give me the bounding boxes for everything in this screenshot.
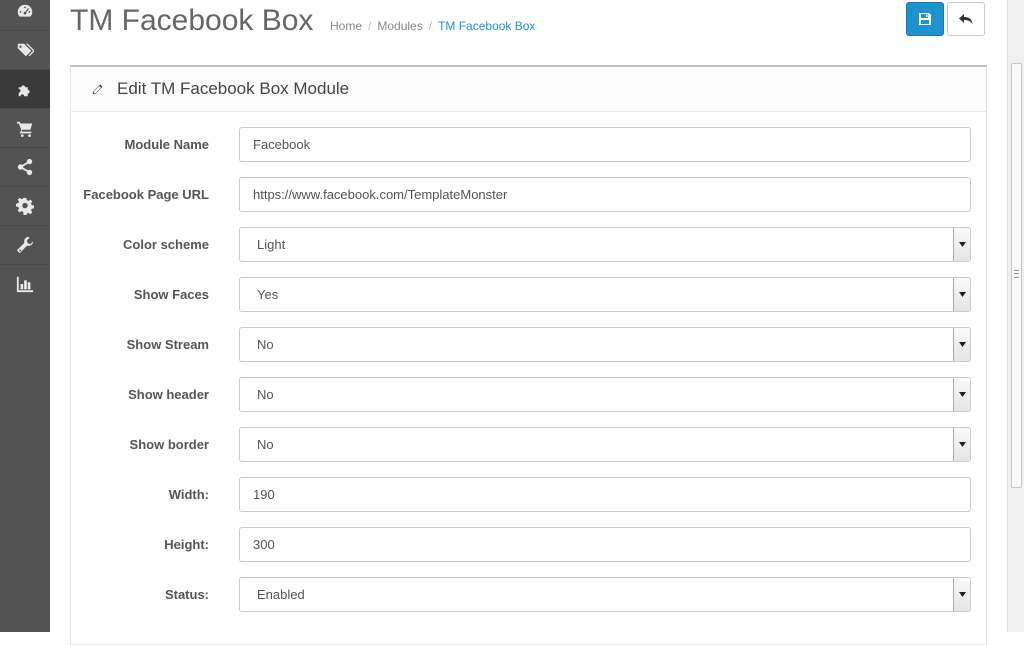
page-title: TM Facebook Box xyxy=(70,4,314,37)
shopping-cart-icon xyxy=(16,121,33,137)
breadcrumb-separator: / xyxy=(368,19,372,33)
chevron-down-icon[interactable] xyxy=(953,228,970,261)
panel-heading: Edit TM Facebook Box Module xyxy=(71,67,986,112)
width-input[interactable]: 190 xyxy=(239,477,971,512)
save-button[interactable] xyxy=(906,2,944,36)
width-label: Width: xyxy=(168,487,209,502)
show-border-value: No xyxy=(257,437,274,452)
panel-title: Edit TM Facebook Box Module xyxy=(117,79,350,98)
grip-icon xyxy=(1014,270,1019,278)
show-stream-label: Show Stream xyxy=(126,337,209,352)
show-faces-label: Show Faces xyxy=(133,287,209,302)
form-row-status: Status: Enabled xyxy=(70,577,1000,613)
status-select[interactable]: Enabled xyxy=(239,577,971,612)
breadcrumb-separator: / xyxy=(428,19,433,33)
chevron-down-icon[interactable] xyxy=(953,578,970,611)
page-scrollbar[interactable] xyxy=(1007,0,1024,632)
breadcrumb-current[interactable]: TM Facebook Box xyxy=(438,19,535,33)
bar-chart-icon xyxy=(16,276,34,293)
form-row-show-faces: Show Faces Yes xyxy=(70,277,1000,313)
sidebar-item-sales[interactable] xyxy=(0,109,50,147)
form-row-show-border: Show border No xyxy=(70,427,1000,463)
show-faces-select[interactable]: Yes xyxy=(239,277,971,312)
sidebar xyxy=(0,0,50,632)
form-row-color-scheme: Color scheme Light xyxy=(70,227,1000,263)
height-input[interactable]: 300 xyxy=(239,527,971,562)
back-button[interactable] xyxy=(947,2,985,36)
status-value: Enabled xyxy=(257,587,305,602)
module-name-label: Module Name xyxy=(124,137,209,152)
sidebar-item-system[interactable] xyxy=(0,187,50,225)
gear-icon xyxy=(16,197,34,215)
form-row-page-url: Facebook Page URL https://www.facebook.c… xyxy=(70,177,1000,213)
height-label: Height: xyxy=(164,537,209,552)
sidebar-item-extensions[interactable] xyxy=(0,70,50,108)
page-url-label: Facebook Page URL xyxy=(83,187,209,202)
show-header-label: Show header xyxy=(128,387,209,402)
share-icon xyxy=(17,158,33,176)
chevron-down-icon[interactable] xyxy=(953,278,970,311)
module-name-input[interactable]: Facebook xyxy=(239,127,971,162)
chevron-down-icon[interactable] xyxy=(953,378,970,411)
color-scheme-value: Light xyxy=(257,237,286,252)
show-header-select[interactable]: No xyxy=(239,377,971,412)
form-row-height: Height: 300 xyxy=(70,527,1000,563)
scrollbar-thumb[interactable] xyxy=(1011,63,1022,488)
dashboard-icon xyxy=(17,4,33,17)
color-scheme-label: Color scheme xyxy=(123,237,209,252)
tags-icon xyxy=(17,43,34,57)
form-row-module-name: Module Name Facebook xyxy=(70,127,1000,163)
status-label: Status: xyxy=(164,587,209,602)
chevron-down-icon[interactable] xyxy=(953,328,970,361)
sidebar-item-marketing[interactable] xyxy=(0,148,50,186)
breadcrumb-modules[interactable]: Modules xyxy=(377,19,422,33)
sidebar-item-tools[interactable] xyxy=(0,226,50,264)
breadcrumb-home[interactable]: Home xyxy=(330,19,362,33)
wrench-icon xyxy=(16,236,34,254)
chevron-down-icon[interactable] xyxy=(953,428,970,461)
form-row-show-header: Show header No xyxy=(70,377,1000,413)
pencil-icon xyxy=(92,83,103,94)
breadcrumb: Home / Modules / TM Facebook Box xyxy=(330,19,535,33)
show-border-label: Show border xyxy=(129,437,209,452)
show-header-value: No xyxy=(257,387,274,402)
page-url-input[interactable]: https://www.facebook.com/TemplateMonster xyxy=(239,177,971,212)
form-row-width: Width: 190 xyxy=(70,477,1000,513)
save-icon xyxy=(919,13,931,25)
sidebar-item-dashboard[interactable] xyxy=(0,0,50,30)
form-row-show-stream: Show Stream No xyxy=(70,327,1000,363)
show-stream-value: No xyxy=(257,337,274,352)
sidebar-item-reports[interactable] xyxy=(0,265,50,303)
show-faces-value: Yes xyxy=(257,287,279,302)
show-stream-select[interactable]: No xyxy=(239,327,971,362)
color-scheme-select[interactable]: Light xyxy=(239,227,971,262)
sidebar-item-catalog[interactable] xyxy=(0,31,50,69)
reply-icon xyxy=(959,14,973,24)
show-border-select[interactable]: No xyxy=(239,427,971,462)
puzzle-icon xyxy=(18,85,30,97)
